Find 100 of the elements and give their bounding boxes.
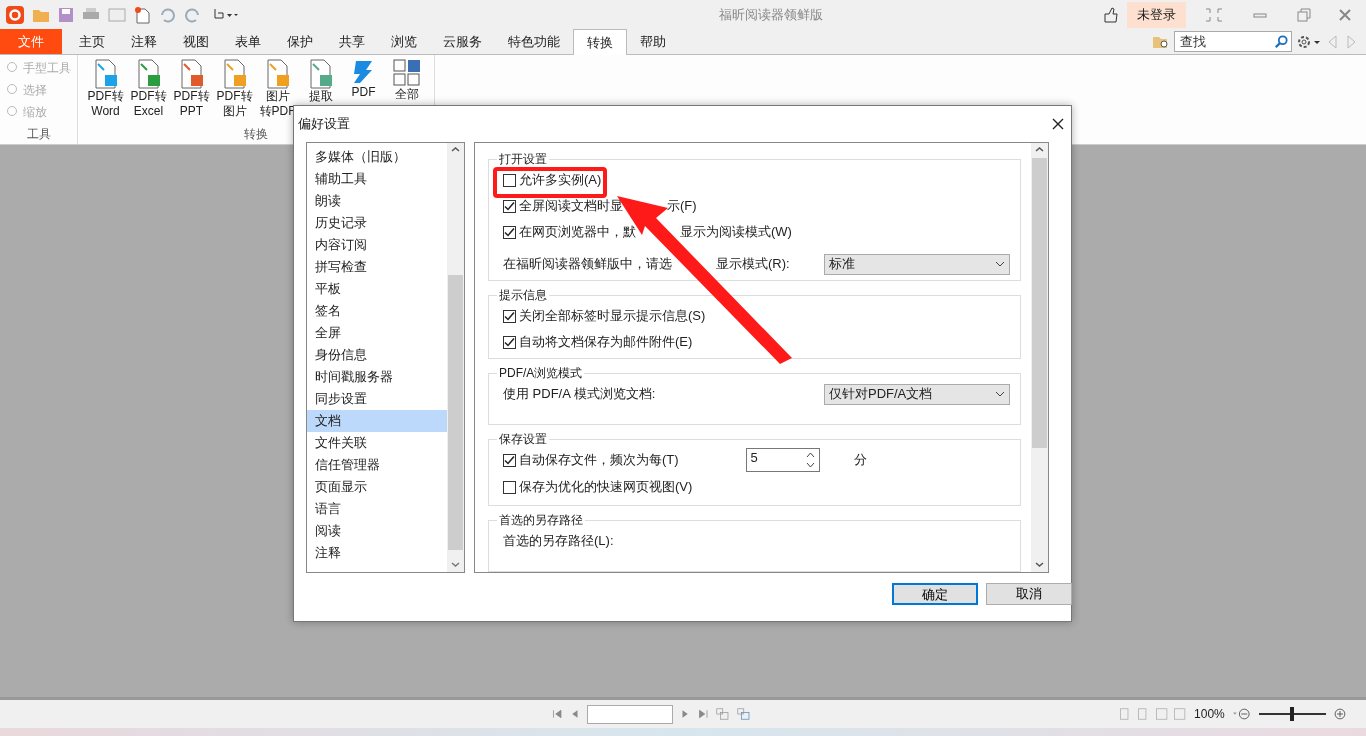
category-item[interactable]: 多媒体（旧版）	[307, 146, 447, 168]
login-button[interactable]: 未登录	[1127, 2, 1186, 28]
convert-button[interactable]: PDF转 Word	[84, 59, 127, 126]
category-item[interactable]: 页面显示	[307, 476, 447, 498]
next-page-icon[interactable]	[680, 707, 690, 721]
option-label: 示(F)	[667, 197, 697, 215]
category-item[interactable]: 时间戳服务器	[307, 366, 447, 388]
ribbon-tab[interactable]: 表单	[222, 29, 274, 54]
checkbox[interactable]	[503, 199, 516, 213]
option-label: 显示为阅读模式(W)	[680, 223, 792, 241]
document-icon	[92, 59, 119, 89]
option-label: 使用 PDF/A 模式浏览文档:	[503, 385, 656, 404]
dropdown[interactable]: 标准	[824, 253, 1010, 275]
ribbon-tab[interactable]: 浏览	[378, 29, 430, 54]
thumbs-up-icon[interactable]	[1103, 7, 1119, 23]
category-item[interactable]: 辅助工具	[307, 168, 447, 190]
convert-button[interactable]: PDF转 Excel	[127, 59, 170, 126]
ribbon-tab[interactable]: 转换	[573, 29, 627, 55]
category-item[interactable]: 文件关联	[307, 432, 447, 454]
redo-icon[interactable]	[184, 7, 202, 23]
category-item[interactable]: 语言	[307, 498, 447, 520]
checkbox[interactable]	[503, 335, 516, 349]
tool-icon	[6, 61, 20, 75]
ribbon-tab[interactable]: 共享	[326, 29, 378, 54]
category-item[interactable]: 拼写检查	[307, 256, 447, 278]
category-item[interactable]: 内容订阅	[307, 234, 447, 256]
dialog-title: 偏好设置	[298, 115, 350, 133]
new-document-icon[interactable]	[134, 6, 150, 24]
ribbon-tab[interactable]: 特色功能	[495, 29, 573, 54]
zoom-level: 100%	[1194, 707, 1225, 721]
dropdown[interactable]: 仅针对PDF/A文档	[824, 383, 1010, 405]
category-item[interactable]: 平板	[307, 278, 447, 300]
checkbox-label: 自动保存文件，频次为每(T)	[519, 451, 679, 470]
close-icon[interactable]	[1051, 117, 1065, 131]
document-icon	[264, 59, 291, 89]
ribbon-tab[interactable]: 云服务	[430, 29, 495, 54]
search-icon	[1274, 33, 1288, 50]
option-label: 允许多实例(A)	[519, 171, 602, 189]
option-label: 显示模式(R):	[716, 255, 790, 274]
checkbox[interactable]	[503, 309, 516, 323]
convert-button[interactable]: PDF转 PPT	[170, 59, 213, 126]
zoom-out-icon[interactable]	[1232, 706, 1251, 722]
search-field[interactable]: 查找	[1178, 33, 1274, 50]
search-box[interactable]: 查找	[1174, 31, 1292, 52]
option-label: 在网页浏览器中，默	[519, 223, 636, 241]
convert-button[interactable]: 全部	[385, 59, 428, 126]
chevron-down-icon	[995, 391, 1005, 398]
checkbox[interactable]	[503, 173, 516, 187]
last-page-icon[interactable]	[697, 707, 708, 721]
previous-view-icon[interactable]	[716, 706, 730, 722]
ribbon-tab[interactable]: 视图	[170, 29, 222, 54]
category-item[interactable]: 签名	[307, 300, 447, 322]
chevron-down-icon	[995, 261, 1005, 268]
convert-button[interactable]: PDF转 图片	[213, 59, 256, 126]
document-icon	[178, 59, 205, 89]
category-item[interactable]: 全屏	[307, 322, 447, 344]
category-item[interactable]: 阅读	[307, 520, 447, 542]
convert-button[interactable]: 图片 转PDF	[256, 59, 299, 126]
scrollbar[interactable]	[447, 143, 464, 572]
category-item[interactable]: 身份信息	[307, 344, 447, 366]
slider-thumb[interactable]	[1290, 707, 1295, 721]
next-view-icon[interactable]	[737, 706, 751, 722]
option-label: 全屏阅读文档时显	[519, 197, 623, 215]
settings-icon[interactable]	[1296, 33, 1322, 50]
app-logo-icon	[6, 6, 24, 24]
group-label: 工具	[25, 126, 52, 143]
group-label: 转换	[243, 126, 269, 143]
checkbox[interactable]	[503, 480, 516, 494]
undo-icon[interactable]	[158, 7, 176, 23]
scrollbar[interactable]	[1031, 143, 1048, 572]
number-field[interactable]: 5	[745, 448, 820, 473]
save-icon[interactable]	[58, 7, 74, 23]
ribbon-tab[interactable]: 帮助	[627, 29, 679, 54]
document-icon	[135, 59, 162, 89]
page-number-field[interactable]	[587, 704, 673, 724]
option-label: 在福昕阅读器领鲜版中，请选	[503, 255, 672, 274]
zoom-in-icon[interactable]	[1334, 706, 1347, 722]
option-label: 关闭全部标签时显示提示信息(S)	[519, 307, 706, 326]
grid-icon	[392, 59, 421, 87]
document-icon	[221, 59, 248, 89]
option-label: 保存为优化的快速网页视图(V)	[519, 478, 693, 496]
category-item[interactable]: 注释	[307, 542, 447, 564]
category-item[interactable]: 同步设置	[307, 388, 447, 410]
ribbon-tab[interactable]: 注释	[118, 29, 170, 54]
category-item[interactable]: 朗读	[307, 190, 447, 212]
category-item[interactable]: 文档	[307, 410, 447, 432]
category-item[interactable]: 信任管理器	[307, 454, 447, 476]
first-page-icon[interactable]	[552, 707, 563, 721]
category-item[interactable]: 历史记录	[307, 212, 447, 234]
group-title: 打开设置	[498, 151, 548, 168]
document-icon	[307, 59, 334, 89]
ok-button[interactable]: 确定	[892, 583, 978, 605]
tool-icon	[6, 83, 20, 97]
checkbox[interactable]	[503, 453, 516, 467]
checkbox[interactable]	[503, 225, 516, 239]
group-title: PDF/A浏览模式	[498, 364, 584, 382]
ribbon-tab[interactable]: 保护	[274, 29, 326, 54]
cancel-button[interactable]: 取消	[986, 583, 1072, 605]
ribbon-tab[interactable]: 主页	[66, 29, 118, 54]
group-title: 保存设置	[498, 430, 548, 448]
